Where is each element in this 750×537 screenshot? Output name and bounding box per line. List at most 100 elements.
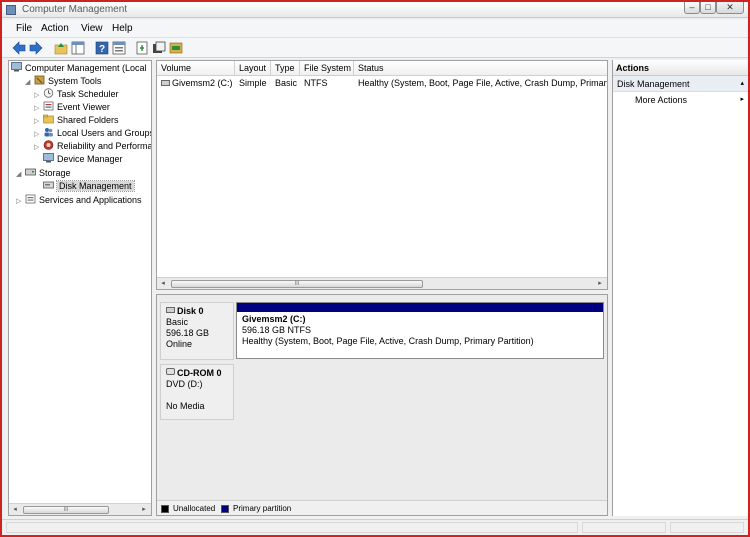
scrollbar-thumb[interactable]: III	[23, 506, 109, 514]
actions-section-disk-management[interactable]: Disk Management ▴	[613, 76, 748, 92]
partition-name: Givemsm2 (C:)	[242, 314, 306, 324]
column-header-status[interactable]: Status	[354, 61, 607, 76]
cdrom-0-title: CD-ROM 0	[166, 368, 228, 379]
scroll-right-icon[interactable]: ▸	[595, 279, 605, 289]
scroll-right-icon[interactable]: ▸	[139, 505, 149, 515]
tree-label: Computer Management (Local	[25, 63, 147, 73]
tree-item-task-scheduler[interactable]: ▷ Task Scheduler	[34, 88, 119, 101]
disk-size: 596.18 GB	[166, 328, 210, 338]
actions-header: Actions	[613, 60, 748, 76]
tree-item-services-applications[interactable]: ▷ Services and Applications	[16, 194, 142, 207]
computer-management-icon	[6, 5, 16, 15]
scrollbar-thumb[interactable]: III	[171, 280, 423, 288]
device-manager-icon	[43, 153, 54, 163]
tree-label: Reliability and Performa	[57, 141, 152, 151]
column-header-volume[interactable]: Volume	[157, 61, 235, 76]
tree-label: Task Scheduler	[57, 89, 119, 99]
tree-item-event-viewer[interactable]: ▷ Event Viewer	[34, 101, 110, 114]
title-bar[interactable]: Computer Management – □ ✕	[2, 2, 748, 18]
tree-item-storage[interactable]: ◢ Storage	[16, 167, 71, 180]
minimize-button[interactable]: –	[684, 2, 700, 14]
column-header-type[interactable]: Type	[271, 61, 300, 76]
disk-0-title: Disk 0	[166, 306, 228, 317]
help-icon[interactable]: ?	[95, 41, 109, 55]
menu-view[interactable]: View	[81, 23, 103, 34]
tree-item-shared-folders[interactable]: ▷ Shared Folders	[34, 114, 119, 127]
partition-c[interactable]: Givemsm2 (C:) 596.18 GB NTFS Healthy (Sy…	[236, 302, 604, 359]
collapsed-arrow-icon[interactable]: ▷	[34, 141, 43, 154]
tree-item-reliability-performance[interactable]: ▷ Reliability and Performa	[34, 140, 152, 154]
status-cell: Healthy (System, Boot, Page File, Active…	[358, 78, 608, 88]
computer-icon	[11, 62, 22, 72]
more-actions-label: More Actions	[635, 95, 688, 105]
tree-label: Disk Management	[56, 180, 135, 192]
cdrom-media: No Media	[166, 401, 205, 411]
legend-label-unallocated: Unallocated	[173, 504, 216, 513]
tree-label: Storage	[39, 168, 71, 178]
tree-label: Shared Folders	[57, 115, 119, 125]
volume-name: Givemsm2 (C:)	[172, 78, 233, 88]
tree-item-disk-management[interactable]: Disk Management	[43, 180, 135, 193]
status-segment	[582, 522, 666, 533]
tree-item-system-tools[interactable]: ◢ System Tools	[25, 75, 101, 88]
hard-disk-icon	[166, 307, 175, 313]
legend-label-primary: Primary partition	[233, 504, 292, 513]
tree-label: Device Manager	[57, 154, 123, 164]
collapsed-arrow-icon[interactable]: ▷	[16, 195, 25, 208]
column-header-file-system[interactable]: File System	[300, 61, 354, 76]
properties-icon[interactable]	[112, 41, 126, 55]
partition-size: 596.18 GB NTFS	[242, 325, 312, 335]
type-cell: Basic	[275, 78, 298, 88]
menu-help[interactable]: Help	[112, 23, 133, 34]
menu-file[interactable]: File	[16, 23, 32, 34]
actions-section-label: Disk Management	[617, 79, 690, 89]
more-actions-item[interactable]: More Actions ▸	[613, 92, 748, 108]
system-tools-icon	[34, 75, 45, 85]
maximize-button[interactable]: □	[700, 2, 716, 14]
shared-folder-icon	[43, 114, 54, 124]
tree-horizontal-scrollbar[interactable]: ◂ III ▸	[9, 503, 151, 515]
menu-action[interactable]: Action	[41, 23, 69, 34]
tree-item-computer-management[interactable]: Computer Management (Local	[11, 62, 147, 75]
disk-layout-pane: Disk 0 Basic 596.18 GB Online Givemsm2 (…	[156, 294, 608, 516]
partition-status: Healthy (System, Boot, Page File, Active…	[242, 336, 534, 346]
users-icon	[43, 127, 54, 137]
volume-icon	[161, 80, 170, 86]
tree-label: Local Users and Groups	[57, 128, 152, 138]
toolbar: ?	[2, 38, 748, 58]
cdrom-0-label[interactable]: CD-ROM 0 DVD (D:) No Media	[160, 364, 234, 420]
tree-label: System Tools	[48, 76, 102, 86]
refresh-icon[interactable]	[169, 41, 183, 55]
event-viewer-icon	[43, 101, 54, 111]
status-bar	[2, 519, 748, 535]
collapse-up-icon[interactable]: ▴	[740, 79, 744, 87]
scroll-left-icon[interactable]: ◂	[158, 279, 168, 289]
expanded-arrow-icon[interactable]: ◢	[25, 76, 34, 89]
navigation-tree: Computer Management (Local ◢ System Tool…	[8, 60, 152, 516]
storage-icon	[25, 167, 36, 177]
computer-management-window: Computer Management – □ ✕ File Action Vi…	[0, 0, 750, 537]
disk-0-label[interactable]: Disk 0 Basic 596.18 GB Online	[160, 302, 234, 360]
settings-icon[interactable]	[152, 41, 166, 55]
up-folder-icon[interactable]	[54, 41, 68, 55]
scroll-left-icon[interactable]: ◂	[10, 505, 20, 515]
tree-item-local-users-groups[interactable]: ▷ Local Users and Groups	[34, 127, 152, 140]
window-title: Computer Management	[22, 4, 128, 15]
primary-partition-bar	[237, 303, 603, 312]
tree-item-device-manager[interactable]: Device Manager	[43, 153, 123, 166]
forward-arrow-icon[interactable]	[29, 41, 43, 55]
expanded-arrow-icon[interactable]: ◢	[16, 168, 25, 181]
back-arrow-icon[interactable]	[12, 41, 26, 55]
export-icon[interactable]	[135, 41, 149, 55]
clock-icon	[43, 88, 54, 98]
file-system-cell: NTFS	[304, 78, 328, 88]
performance-icon	[43, 140, 54, 150]
tree-label: Event Viewer	[57, 102, 110, 112]
volume-list-horizontal-scrollbar[interactable]: ◂ III ▸	[157, 277, 607, 289]
volume-cell: Givemsm2 (C:)	[157, 77, 235, 90]
show-hide-tree-icon[interactable]	[71, 41, 85, 55]
services-icon	[25, 194, 36, 204]
column-header-layout[interactable]: Layout	[235, 61, 271, 76]
close-button[interactable]: ✕	[716, 2, 744, 14]
disk-management-icon	[43, 180, 54, 190]
